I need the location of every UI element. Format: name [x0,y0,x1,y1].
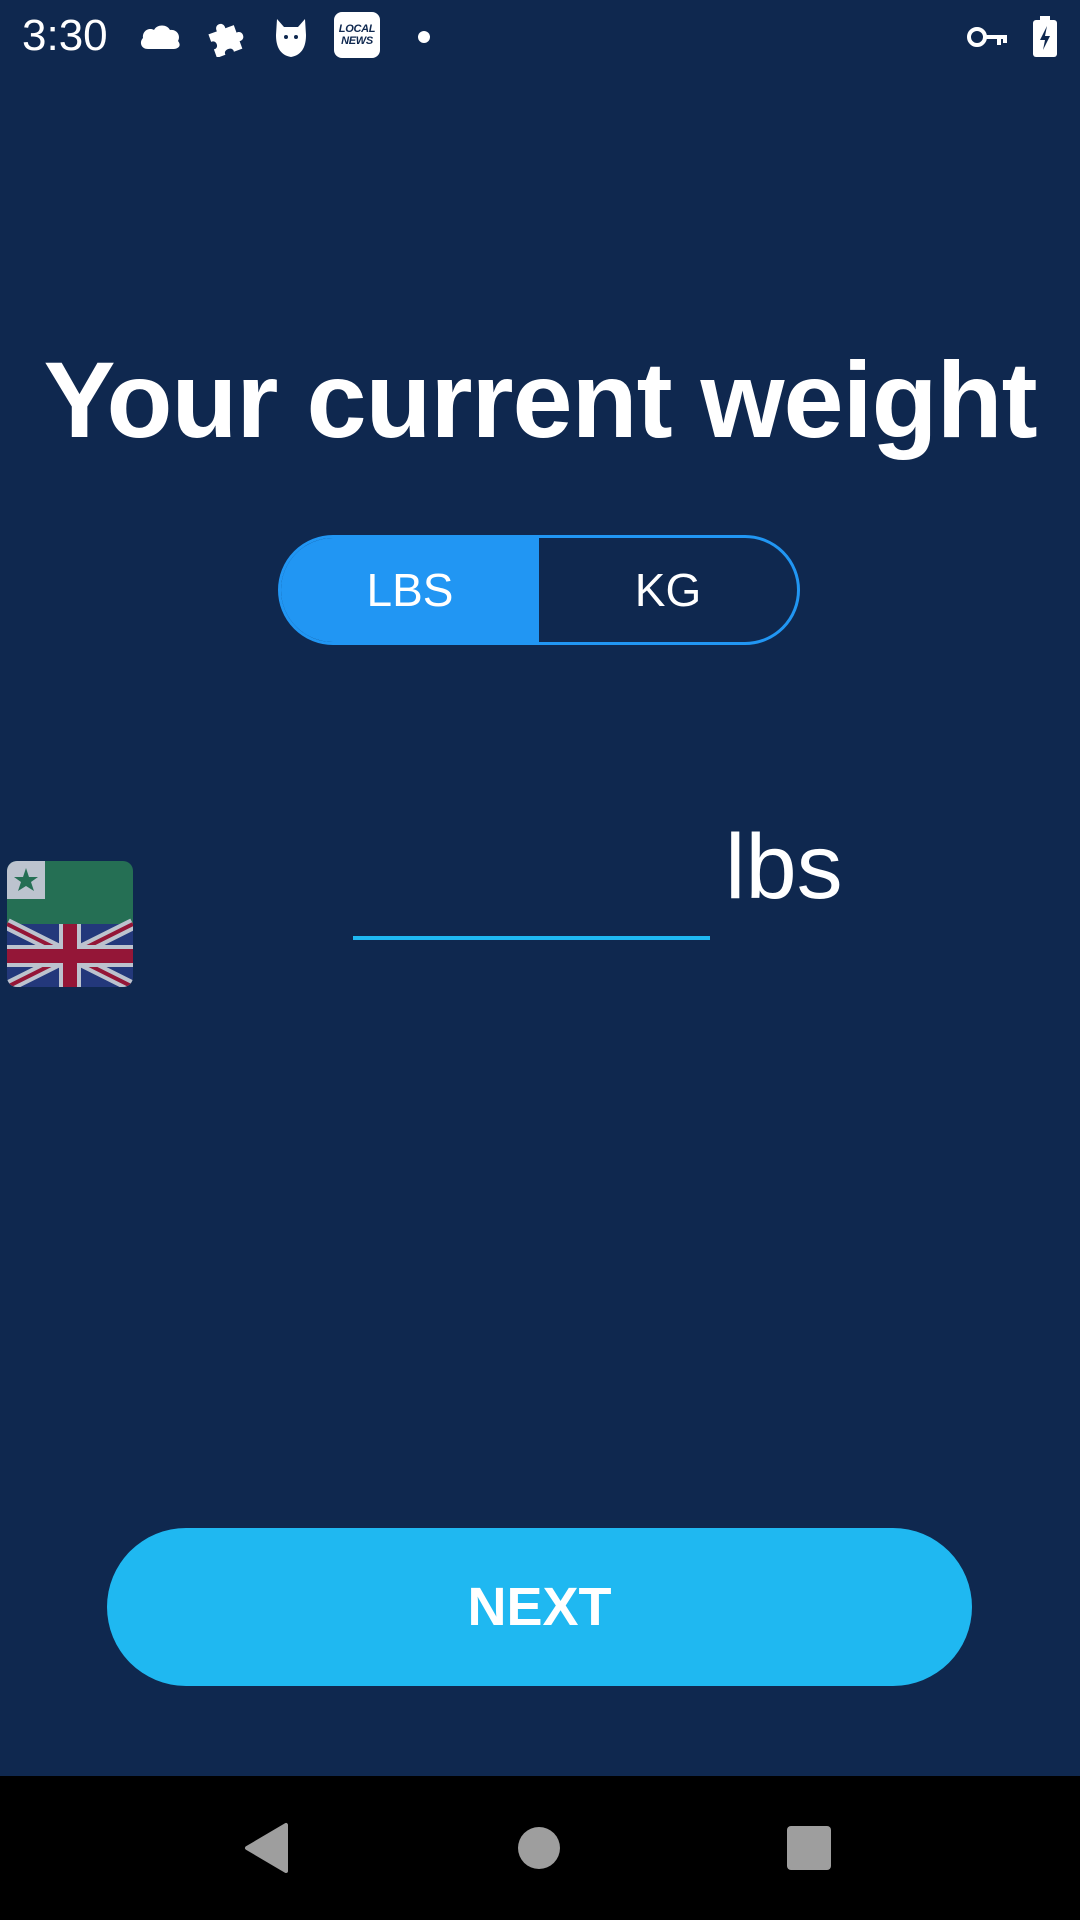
cloud-icon [137,14,183,60]
home-icon[interactable] [479,1776,599,1920]
page-title: Your current weight [43,339,1037,460]
status-bar: 3:30 LOCAL NEWS [0,0,1080,72]
next-button[interactable]: NEXT [107,1528,972,1686]
unit-option-lbs[interactable]: LBS [281,538,539,642]
unit-toggle: LBS KG [278,535,800,645]
unit-suffix-label: lbs [725,816,843,918]
battery-charging-icon [1022,14,1068,60]
cat-icon [268,14,314,60]
unit-option-kg[interactable]: KG [539,538,797,642]
recents-icon[interactable] [749,1776,869,1920]
weight-input[interactable] [353,830,710,940]
status-time: 3:30 [22,11,108,60]
navigation-bar [0,1776,1080,1920]
weight-screen: 3:30 LOCAL NEWS Your current weight LBS … [0,0,1080,1920]
notification-dot [418,31,430,43]
back-icon[interactable] [207,1776,327,1920]
vpn-key-icon [965,14,1011,60]
puzzle-icon [202,14,248,60]
esperanto-uk-flag-icon[interactable] [7,861,133,987]
local-news-icon: LOCAL NEWS [334,12,380,58]
